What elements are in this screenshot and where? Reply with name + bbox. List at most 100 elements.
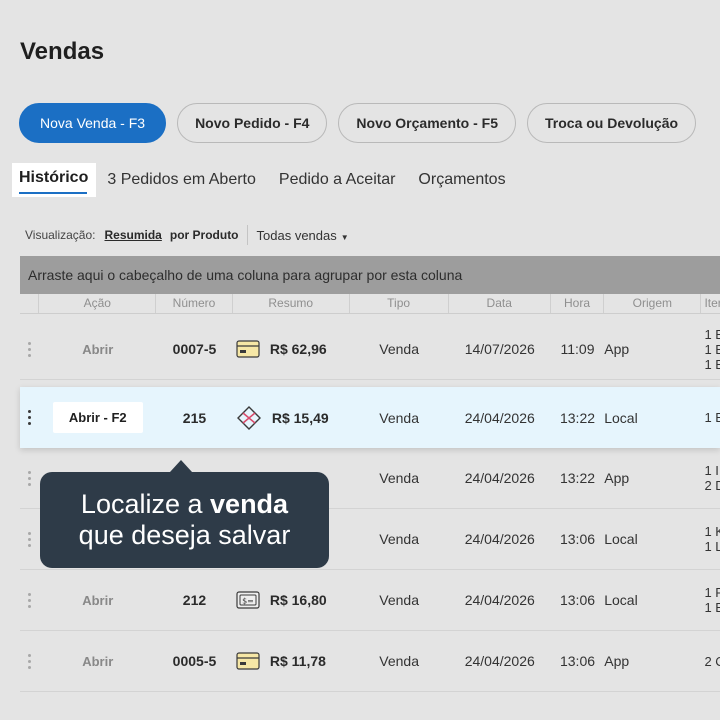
sale-date: 24/04/2026 <box>464 592 535 608</box>
view-label: Visualização: <box>25 228 96 242</box>
sale-amount: R$ 11,78 <box>269 653 326 669</box>
item-line: 1 P <box>704 585 720 600</box>
svg-text:$=: $= <box>242 597 254 606</box>
item-line: 1 K <box>704 524 720 539</box>
sale-origin: App <box>604 653 630 669</box>
sale-time: 13:22 <box>559 409 596 426</box>
sale-amount: R$ 62,96 <box>269 341 327 357</box>
row-menu-button[interactable] <box>20 631 39 691</box>
sale-number: 0007-5 <box>172 341 217 357</box>
tab-open-orders[interactable]: 3 Pedidos em Aberto <box>107 171 256 189</box>
row-menu-button[interactable] <box>20 319 39 379</box>
tab-quotes[interactable]: Orçamentos <box>418 171 505 189</box>
sale-number: 212 <box>182 592 207 608</box>
sales-filter-dropdown[interactable]: Todas vendas ▼ <box>257 228 349 243</box>
column-header-action[interactable]: Ação <box>39 294 157 313</box>
card-icon <box>236 652 260 670</box>
column-header-date[interactable]: Data <box>449 294 551 313</box>
guide-tooltip: Localize a venda que deseja salvar <box>40 460 329 568</box>
view-by-product-option[interactable]: por Produto <box>170 228 239 242</box>
new-order-button[interactable]: Novo Pedido - F4 <box>177 103 328 143</box>
item-line: 1 B <box>704 326 720 342</box>
tooltip-line-2: que deseja salvar <box>78 520 291 550</box>
new-quote-button[interactable]: Novo Orçamento - F5 <box>338 103 516 143</box>
view-options: Visualização: Resumida por Produto Todas… <box>25 225 349 245</box>
row-menu-button[interactable] <box>20 387 39 448</box>
sale-type: Venda <box>379 531 419 547</box>
sale-origin: Local <box>604 592 638 608</box>
sale-items: 1 I 2 D <box>701 448 720 508</box>
table-row-selected[interactable]: Abrir - F2 215 R$ 15,49 Venda 24/04/2026… <box>20 387 720 448</box>
sale-type: Venda <box>379 470 419 486</box>
sale-date: 24/04/2026 <box>464 531 535 547</box>
sale-amount: R$ 16,80 <box>269 592 327 608</box>
sale-origin: Local <box>604 409 638 426</box>
column-header-items[interactable]: Iter <box>701 294 720 313</box>
column-header-summary[interactable]: Resumo <box>233 294 350 313</box>
sale-number: 0005-5 <box>172 653 217 669</box>
sale-time: 13:06 <box>559 653 596 669</box>
sales-page: Vendas Nova Venda - F3 Novo Pedido - F4 … <box>0 0 720 720</box>
sale-origin: App <box>604 341 630 357</box>
tooltip-text: Localize a <box>80 489 203 519</box>
card-icon <box>236 340 260 358</box>
sale-items: 2 C <box>701 631 720 691</box>
open-sale-link[interactable]: Abrir <box>82 654 113 669</box>
sale-date: 24/04/2026 <box>464 470 535 486</box>
exchange-return-button[interactable]: Troca ou Devolução <box>527 103 697 143</box>
tab-orders-to-accept[interactable]: Pedido a Aceitar <box>279 171 396 189</box>
column-header-time[interactable]: Hora <box>551 294 605 313</box>
kebab-menu-icon <box>28 592 32 608</box>
sale-date: 24/04/2026 <box>464 653 535 669</box>
action-buttons: Nova Venda - F3 Novo Pedido - F4 Novo Or… <box>19 103 697 143</box>
tab-history-label: Histórico <box>19 169 89 186</box>
sale-number: 215 <box>182 409 207 426</box>
sale-amount: R$ 15,49 <box>271 409 329 426</box>
view-summary-option[interactable]: Resumida <box>105 228 162 242</box>
item-line: 1 B <box>704 600 720 615</box>
row-menu-button[interactable] <box>20 509 39 569</box>
tab-history[interactable]: Histórico <box>12 163 97 197</box>
column-header-number[interactable]: Número <box>156 294 233 313</box>
page-title: Vendas <box>20 38 105 65</box>
kebab-menu-icon <box>28 653 32 669</box>
item-line: 2 C <box>704 653 720 669</box>
item-line: 1 B <box>704 341 720 357</box>
row-menu-button[interactable] <box>20 570 39 630</box>
table-header: Ação Número Resumo Tipo Data Hora Origem… <box>20 294 720 314</box>
divider <box>246 225 248 245</box>
item-line: 1 B <box>704 356 720 372</box>
sale-items: 1 K 1 L <box>701 509 720 569</box>
group-by-drop-area[interactable]: Arraste aqui o cabeçalho de uma coluna p… <box>20 256 720 294</box>
sale-type: Venda <box>379 341 419 357</box>
sale-time: 11:09 <box>560 341 595 357</box>
kebab-menu-icon <box>28 531 32 547</box>
sale-date: 24/04/2026 <box>464 409 535 426</box>
table-row[interactable]: Abrir 0005-5 R$ 11,78 Venda 24/04/2026 1… <box>20 631 720 692</box>
open-sale-button[interactable]: Abrir - F2 <box>52 402 143 433</box>
table-row[interactable]: Abrir 212 $= R$ 16,80 Venda 24/04/2026 1… <box>20 570 720 631</box>
sale-time: 13:22 <box>559 470 596 486</box>
cash-icon: $= <box>236 591 260 609</box>
tooltip-arrow <box>170 460 192 472</box>
sale-time: 13:06 <box>559 592 596 608</box>
row-menu-button[interactable] <box>20 448 39 508</box>
kebab-menu-icon <box>28 410 32 425</box>
tooltip-line-1: Localize a venda <box>40 489 329 520</box>
kebab-menu-icon <box>28 470 32 486</box>
pix-icon <box>236 405 261 430</box>
table-row[interactable]: Abrir 0007-5 R$ 62,96 Venda 14/07/2026 1… <box>20 319 720 380</box>
open-sale-link[interactable]: Abrir <box>82 593 113 608</box>
new-sale-button[interactable]: Nova Venda - F3 <box>19 103 167 143</box>
column-header-origin[interactable]: Origem <box>604 294 702 313</box>
item-line: 1 B <box>704 410 720 425</box>
column-header-type[interactable]: Tipo <box>350 294 449 313</box>
caret-down-icon: ▼ <box>340 232 349 242</box>
sale-items: 1 B 1 B 1 B <box>701 319 720 379</box>
sale-type: Venda <box>379 653 419 669</box>
sale-items: 1 B <box>701 387 720 448</box>
tooltip-emphasis: venda <box>210 489 289 519</box>
open-sale-link[interactable]: Abrir <box>82 342 113 357</box>
sale-type: Venda <box>379 592 419 608</box>
active-tab-indicator <box>19 192 87 194</box>
